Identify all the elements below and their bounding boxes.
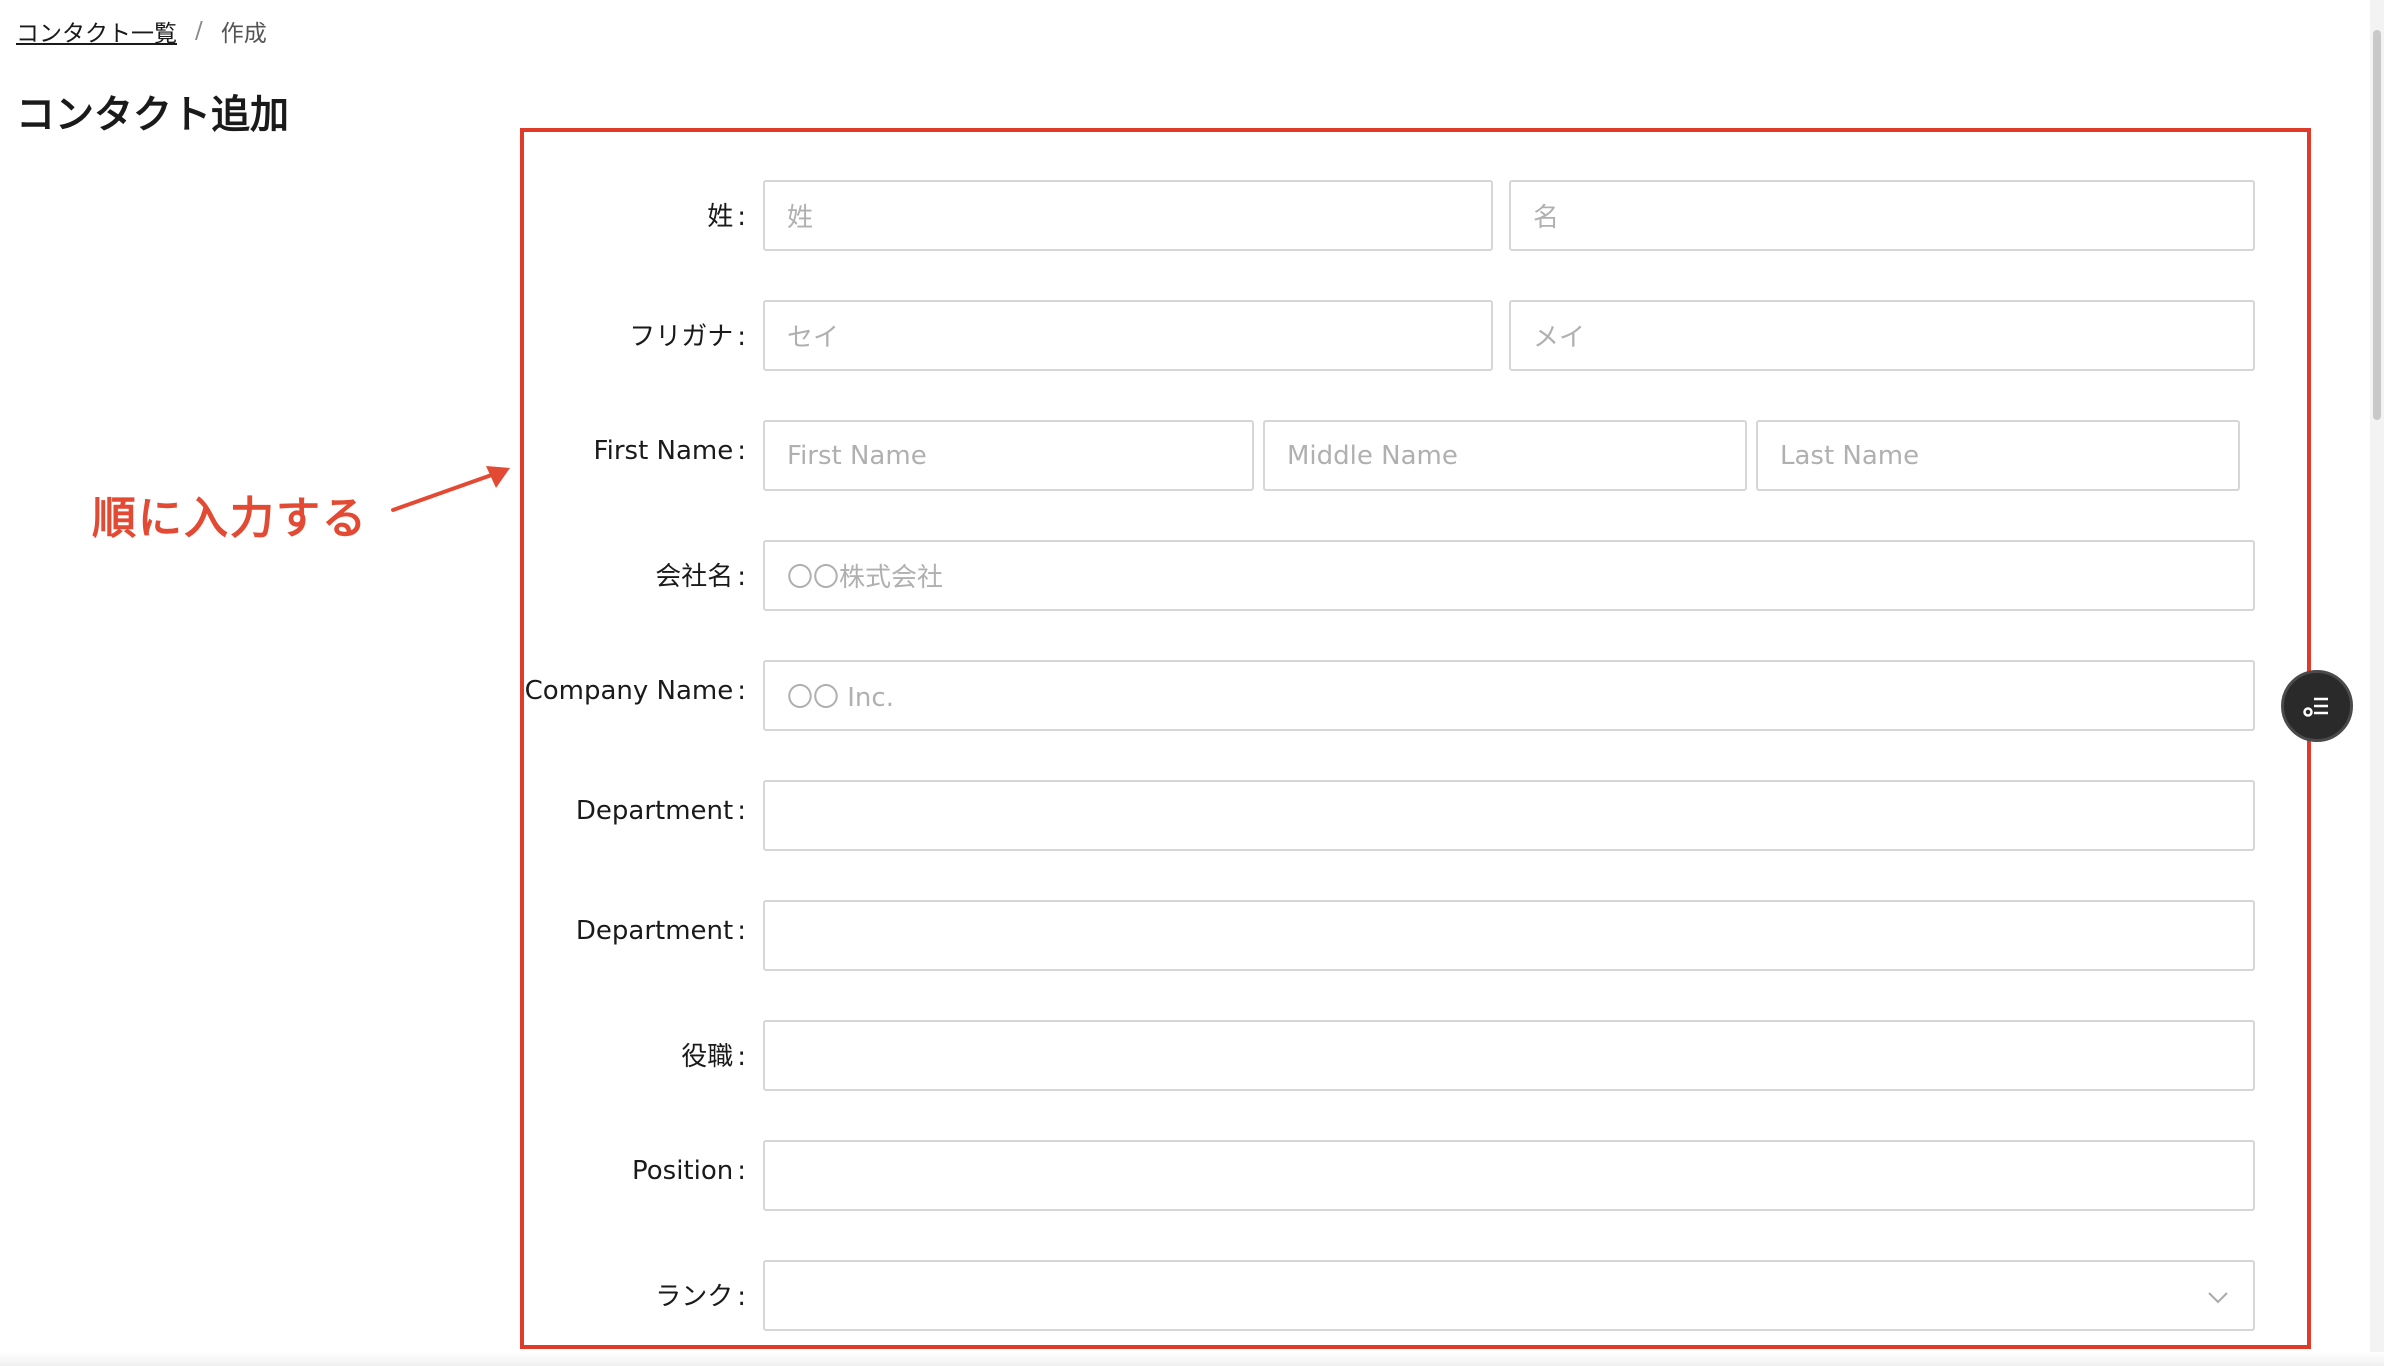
family-name-input[interactable]: 姓 xyxy=(763,180,1493,251)
page-title: コンタクト追加 xyxy=(16,93,290,138)
field-label: Company Name: xyxy=(524,676,746,706)
rank-select[interactable] xyxy=(763,1260,2255,1331)
breadcrumb-link-contact-list[interactable]: コンタクト一覧 xyxy=(16,14,177,48)
department-input[interactable] xyxy=(763,780,2255,851)
scrollbar-thumb[interactable] xyxy=(2373,30,2381,420)
middle-name-input[interactable]: Middle Name xyxy=(1263,420,1747,491)
annotation-text: 順に入力する xyxy=(92,493,368,544)
field-label: Department: xyxy=(575,916,746,946)
company-name-jp-input[interactable]: 〇〇株式会社 xyxy=(763,540,2255,611)
job-title-input[interactable] xyxy=(763,1020,2255,1091)
bottom-edge xyxy=(0,1352,2384,1366)
chevron-down-icon xyxy=(2208,1292,2228,1304)
breadcrumb-separator: / xyxy=(195,18,203,44)
last-name-input[interactable]: Last Name xyxy=(1756,420,2240,491)
furigana-family-input[interactable]: セイ xyxy=(763,300,1493,371)
first-name-input[interactable]: First Name xyxy=(763,420,1254,491)
field-label: Position: xyxy=(632,1156,746,1186)
breadcrumb: コンタクト一覧 / 作成 xyxy=(16,14,267,48)
field-label: ランク: xyxy=(655,1282,746,1312)
company-name-en-input[interactable]: 〇〇 Inc. xyxy=(763,660,2255,731)
field-label: 役職: xyxy=(681,1042,746,1072)
field-label: フリガナ: xyxy=(629,322,746,352)
field-label: Department: xyxy=(575,796,746,826)
field-label: 姓: xyxy=(707,202,746,232)
floating-action-button[interactable] xyxy=(2281,670,2353,742)
field-label: First Name: xyxy=(593,436,746,466)
page: コンタクト一覧 / 作成 コンタクト追加 順に入力する 姓: 姓 名 フリガナ:… xyxy=(0,0,2384,1366)
annotation-arrow-icon xyxy=(391,466,510,512)
position-input[interactable] xyxy=(763,1140,2255,1211)
department-en-input[interactable] xyxy=(763,900,2255,971)
breadcrumb-current: 作成 xyxy=(220,21,267,47)
given-name-input[interactable]: 名 xyxy=(1509,180,2255,251)
list-icon xyxy=(2303,697,2328,717)
furigana-given-input[interactable]: メイ xyxy=(1509,300,2255,371)
field-label: 会社名: xyxy=(655,562,746,592)
